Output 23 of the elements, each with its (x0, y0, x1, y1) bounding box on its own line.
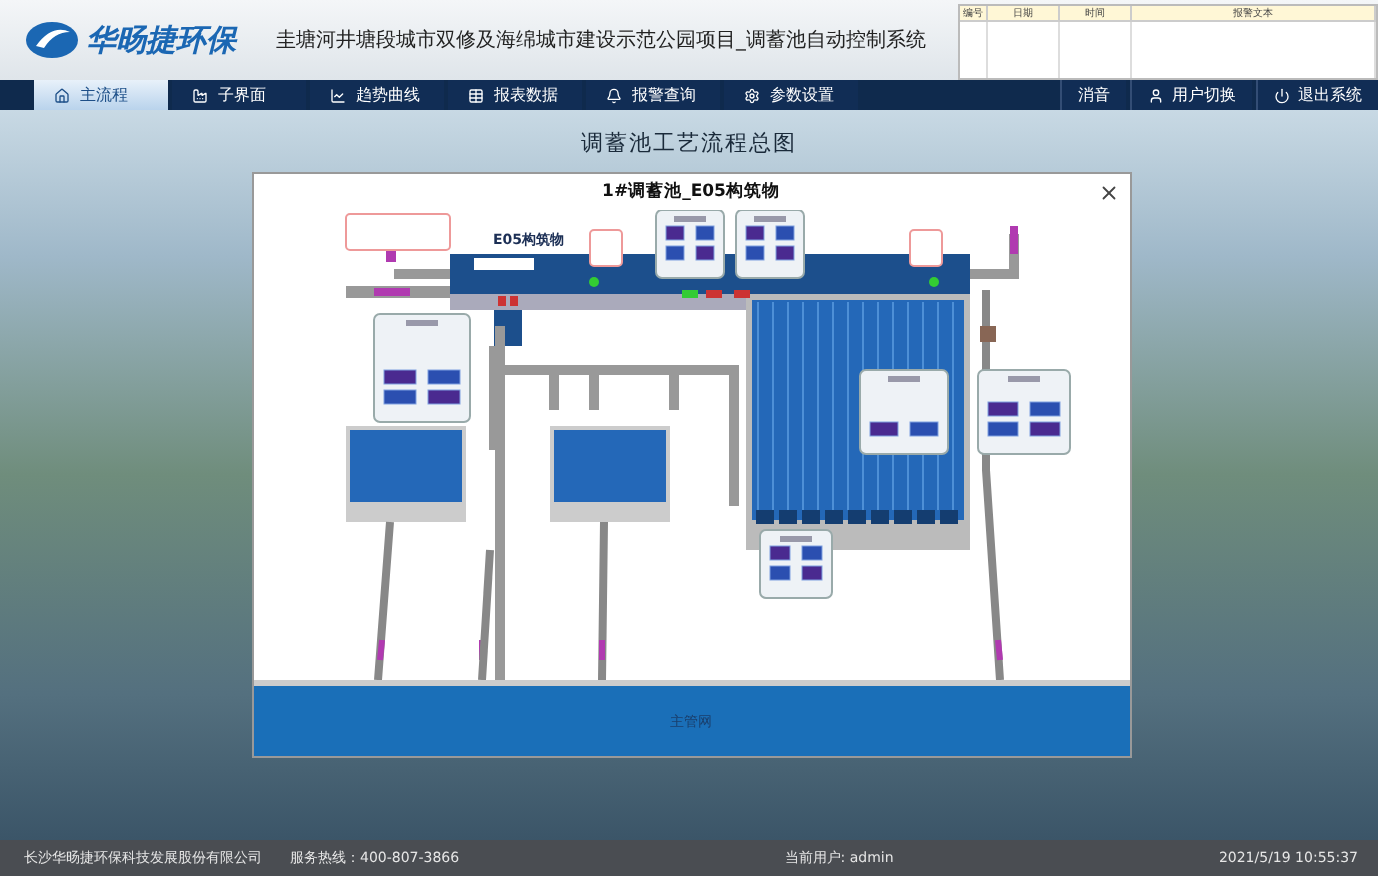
tab-icon (468, 87, 484, 103)
nav-action-button[interactable]: 消音 (1060, 80, 1126, 110)
nav-tab[interactable]: 趋势曲线 (310, 80, 444, 110)
tab-icon (54, 87, 70, 103)
tab-icon (192, 87, 208, 103)
tab-icon (606, 87, 622, 103)
nav-tab[interactable]: 主流程 (34, 80, 168, 110)
user-icon (1148, 87, 1164, 103)
logo-icon (24, 20, 80, 60)
logo-text: 华旸捷环保 (86, 21, 236, 59)
power-icon (1274, 87, 1290, 103)
dialog-title: 1#调蓄池_E05构筑物 (602, 180, 780, 204)
app-title: 圭塘河井塘段城市双修及海绵城市建设示范公园项目_调蓄池自动控制系统 (276, 27, 926, 53)
nav-tab[interactable]: 子界面 (172, 80, 306, 110)
nav-tab[interactable]: 报警查询 (586, 80, 720, 110)
nav-action-button[interactable]: 退出系统 (1256, 80, 1378, 110)
nav-action-button[interactable]: 用户切换 (1130, 80, 1252, 110)
close-icon (1098, 181, 1120, 203)
page-title: 调蓄池工艺流程总图 (581, 128, 797, 158)
tab-icon (330, 87, 346, 103)
nav-tab[interactable]: 报表数据 (448, 80, 582, 110)
nav-tab[interactable]: 参数设置 (724, 80, 858, 110)
tab-icon (744, 87, 760, 103)
